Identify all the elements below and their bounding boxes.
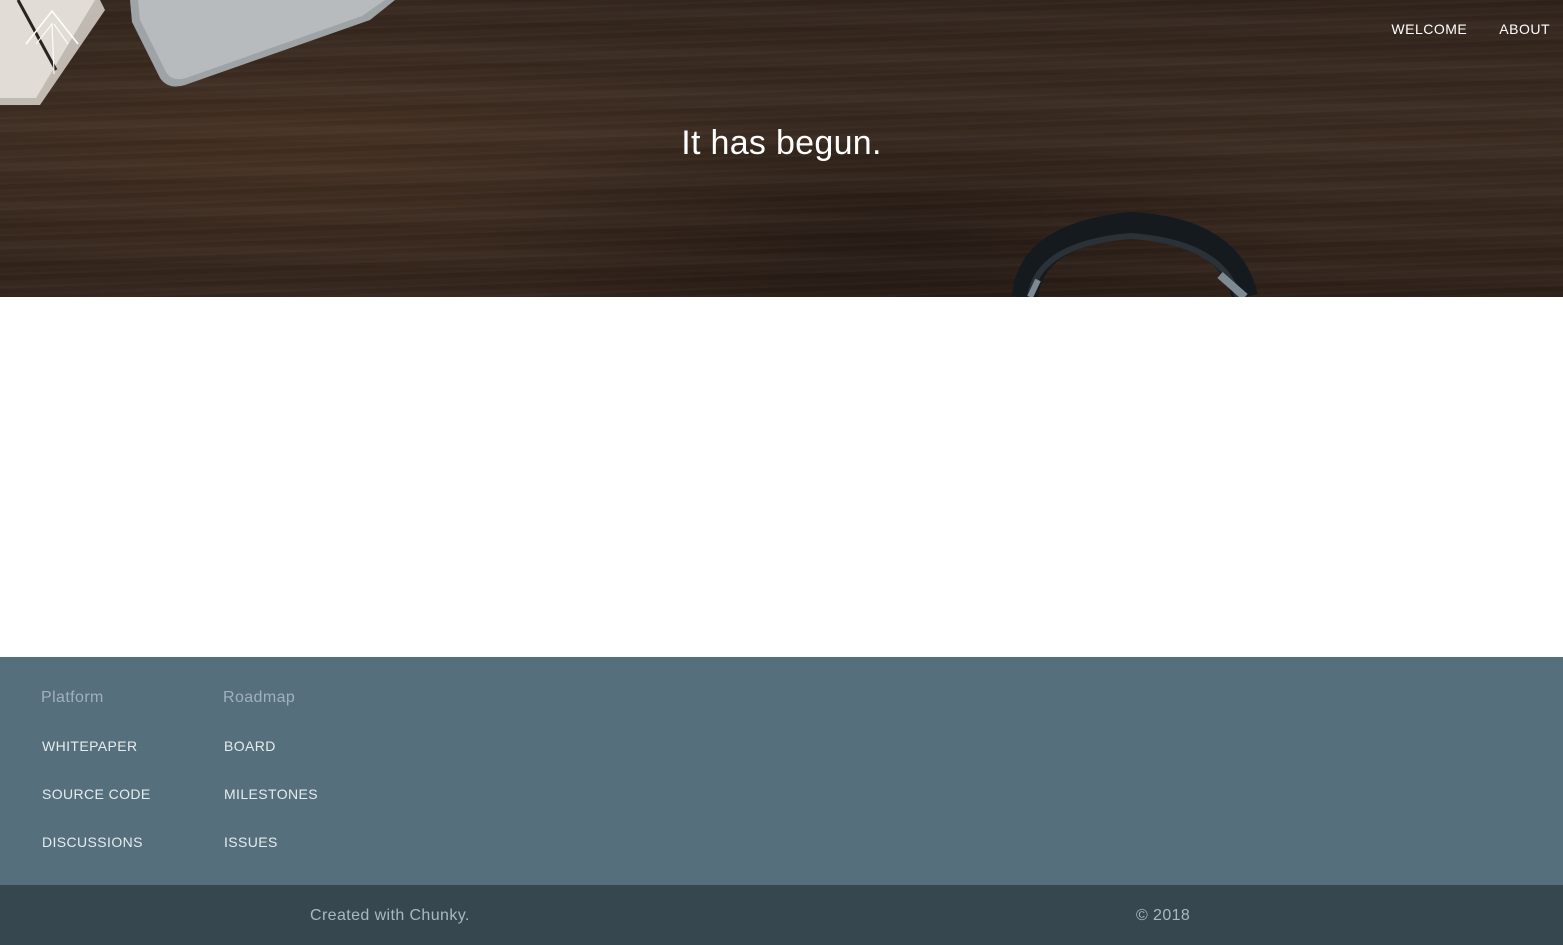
footer-link-board[interactable]: BOARD — [224, 736, 318, 756]
footer-link-issues[interactable]: ISSUES — [224, 832, 318, 852]
footer-link-whitepaper[interactable]: WHITEPAPER — [42, 736, 151, 756]
footer-link-milestones[interactable]: MILESTONES — [224, 784, 318, 804]
footer-bar: Created with Chunky. © 2018 — [0, 885, 1563, 945]
footer-copyright: © 2018 — [1136, 907, 1191, 924]
footer-heading-roadmap: Roadmap — [223, 689, 296, 706]
mountain-peak-icon — [25, 9, 79, 75]
footer-heading-platform: Platform — [41, 689, 104, 706]
footer-link-discussions[interactable]: DISCUSSIONS — [42, 832, 151, 852]
hero-title: It has begun. — [681, 124, 882, 162]
footer-links-section: Platform WHITEPAPER SOURCE CODE DISCUSSI… — [0, 657, 1563, 885]
top-nav: WELCOME ABOUT — [1391, 19, 1550, 39]
main-content — [0, 297, 1563, 657]
footer: Platform WHITEPAPER SOURCE CODE DISCUSSI… — [0, 657, 1563, 945]
hero-banner: WELCOME ABOUT It has begun. — [0, 0, 1563, 297]
nav-about[interactable]: ABOUT — [1499, 19, 1550, 39]
logo-link[interactable] — [24, 8, 82, 78]
footer-credit: Created with Chunky. — [310, 907, 470, 924]
footer-link-source-code[interactable]: SOURCE CODE — [42, 784, 151, 804]
nav-welcome[interactable]: WELCOME — [1391, 19, 1467, 39]
footer-column-platform: Platform WHITEPAPER SOURCE CODE DISCUSSI… — [41, 688, 151, 880]
footer-column-roadmap: Roadmap BOARD MILESTONES ISSUES — [223, 688, 318, 880]
